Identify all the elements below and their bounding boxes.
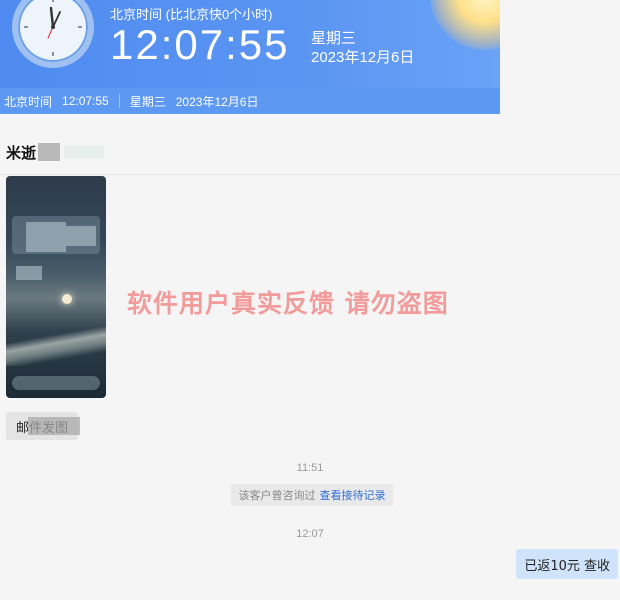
clock-status-strip: 北京时间 12:07:55 星期三 2023年12月6日 [0,88,500,114]
redacted-block [64,145,105,159]
redacted-block [16,266,42,280]
strip-date: 2023年12月6日 [175,94,259,109]
sun-decoration [430,0,500,50]
clock-hands [24,0,82,56]
digital-time: 12:07:55 [110,21,290,68]
image-message-thumbnail[interactable] [6,176,106,398]
view-history-link[interactable]: 查看接待记录 [320,487,386,503]
clock-widget: 北京时间 (比北京快0个小时) 12:07:55 星期三 2023年12月6日 … [0,0,500,114]
chat-header: 米逝 [0,138,105,166]
redacted-block [38,143,61,161]
strip-label: 北京时间 [4,94,53,109]
notice-text: 该客户曾咨询过 [238,489,316,502]
redacted-block [26,222,66,252]
redacted-block [66,226,96,246]
timestamp: 11:51 [296,462,324,474]
analog-clock-icon [12,0,94,68]
header-divider [0,174,620,175]
outgoing-message-text: 已返10元 查收 [524,558,610,574]
phone-dock-bar [12,376,100,390]
strip-divider [118,94,120,108]
strip-time: 12:07:55 [62,94,109,108]
timestamp: 12:07 [296,528,324,540]
moon-image [62,294,72,304]
redacted-block [28,417,80,435]
contact-name[interactable]: 米逝 [6,142,36,163]
date-label: 2023年12月6日 [311,49,415,66]
shore-image [6,326,106,366]
weekday-label: 星期三 [311,30,357,47]
outgoing-message[interactable]: 已返10元 查收 [516,549,618,579]
incoming-message[interactable]: 邮件发图 [6,412,80,440]
clock-panel: 北京时间 (比北京快0个小时) 12:07:55 星期三 2023年12月6日 [0,0,500,88]
consult-notice: 该客户曾咨询过 查看接待记录 [231,484,393,506]
watermark-text: 软件用户真实反馈 请勿盗图 [127,289,449,318]
strip-weekday: 星期三 [129,94,166,109]
